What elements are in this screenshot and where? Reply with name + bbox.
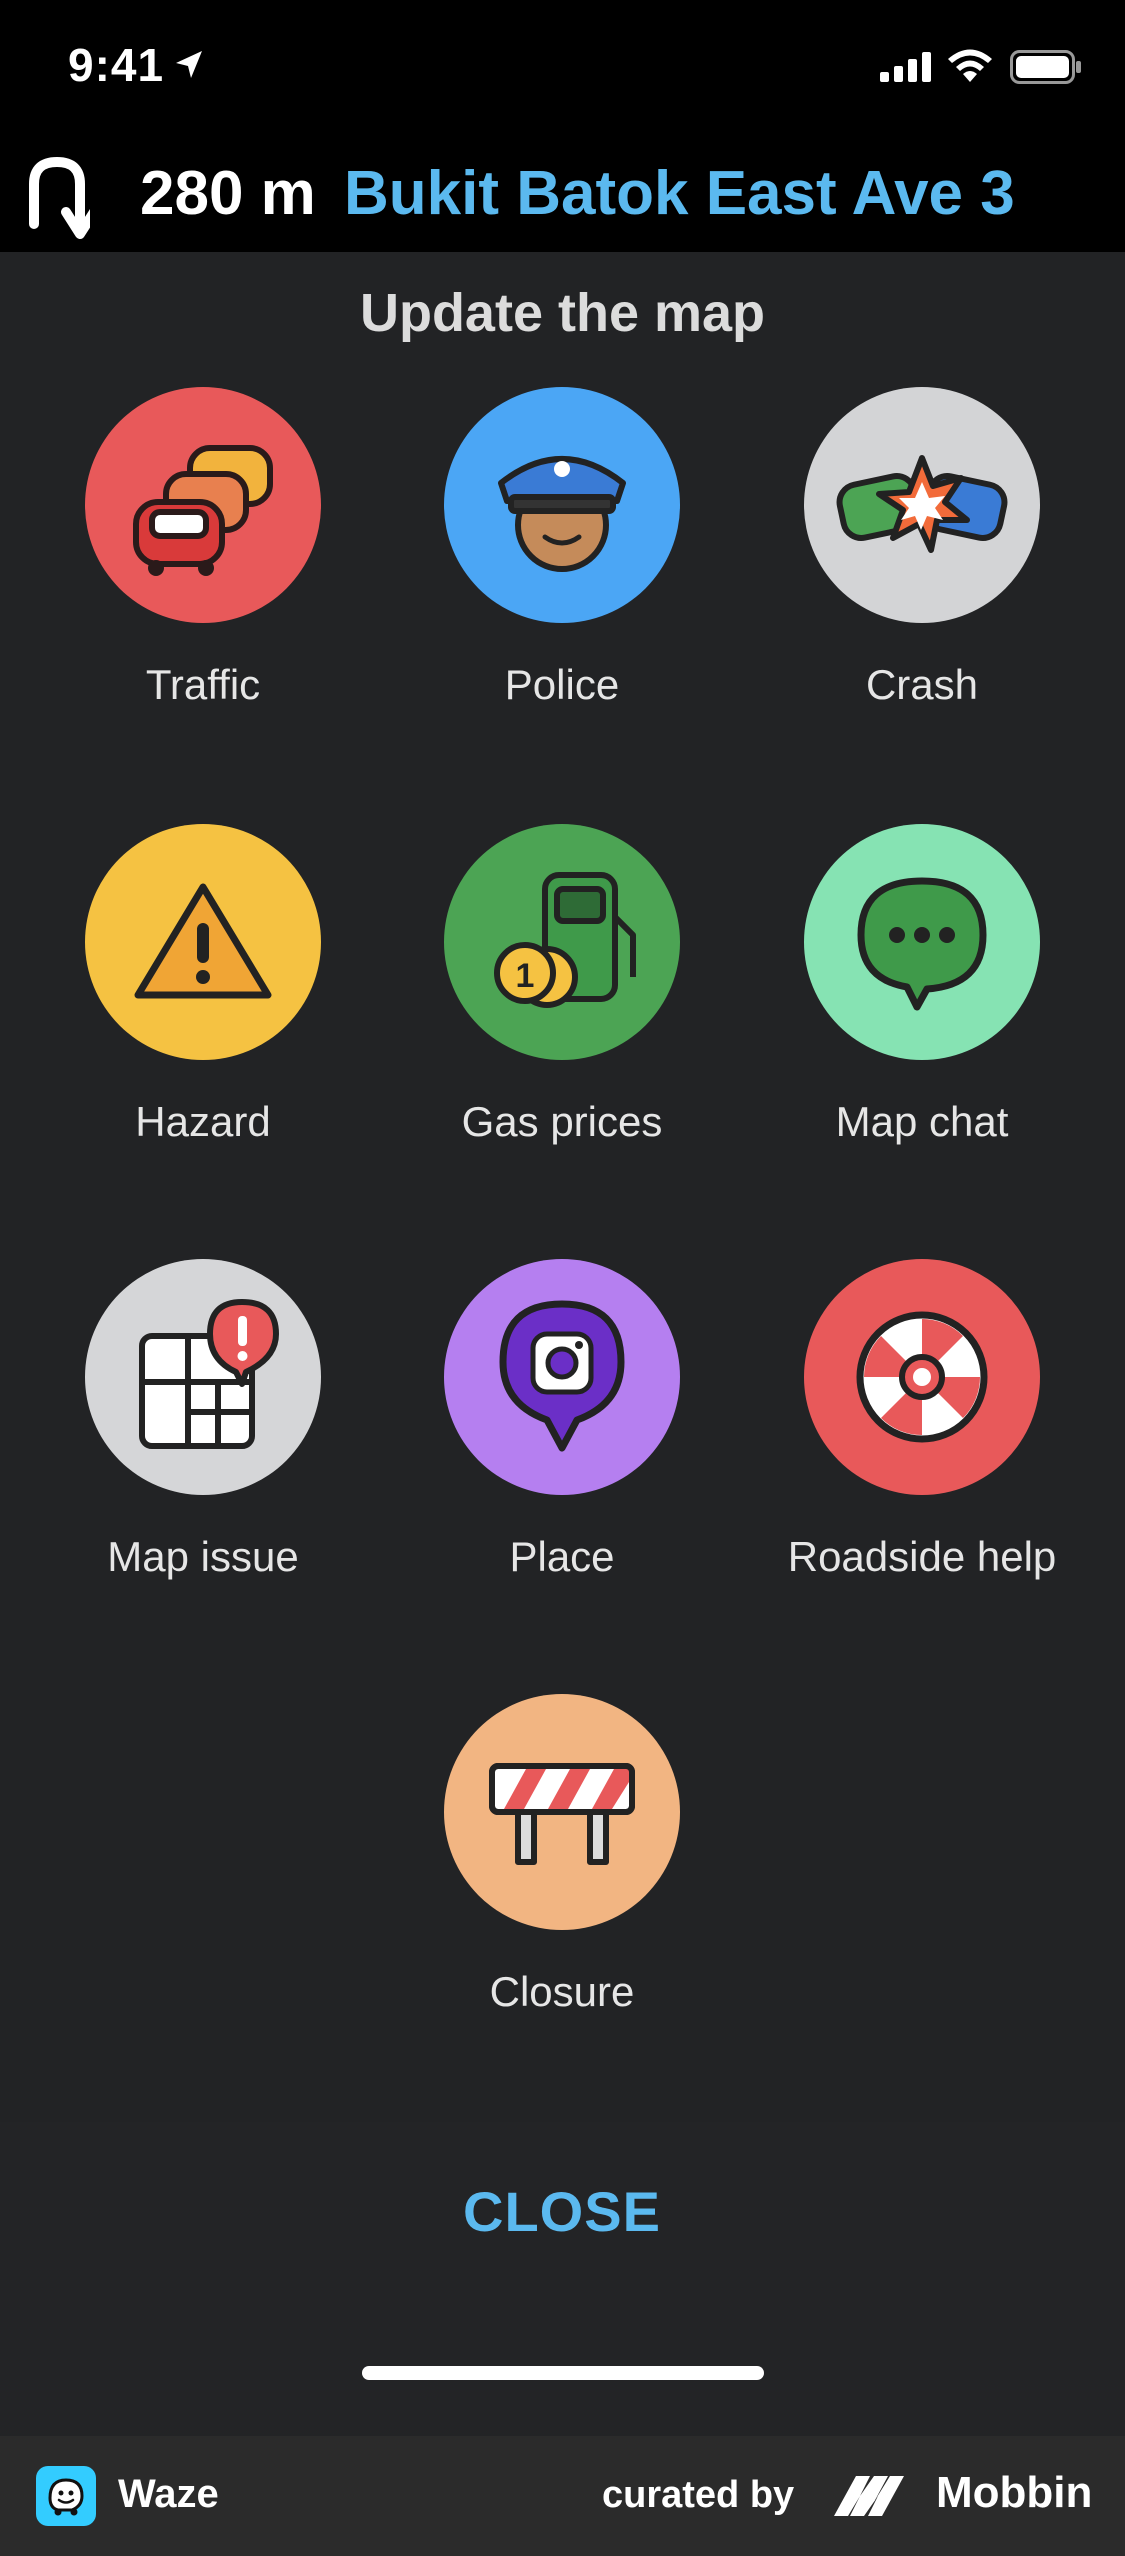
nav-street-name: Bukit Batok East Ave 3 <box>344 159 1015 228</box>
report-item-label: Police <box>504 661 620 708</box>
update-map-sheet: Update the map Traffic Police Crash Haza… <box>0 252 1125 2436</box>
report-crash-button[interactable]: Crash <box>752 387 1092 747</box>
svg-text:1: 1 <box>516 957 535 995</box>
close-button[interactable]: CLOSE <box>362 2152 762 2272</box>
report-traffic-button[interactable]: Traffic <box>33 387 373 747</box>
report-item-label: Roadside help <box>787 1533 1057 1580</box>
status-time: 9:41 <box>68 39 165 91</box>
report-item-label: Map chat <box>835 1098 1009 1145</box>
mobbin-brand: Mobbin <box>936 2468 1093 2517</box>
report-map-chat-button[interactable]: Map chat <box>752 824 1092 1184</box>
nav-distance: 280 m <box>140 159 316 228</box>
report-item-label: Closure <box>489 1968 635 2015</box>
u-turn-icon <box>29 156 90 239</box>
home-indicator[interactable] <box>362 2366 764 2380</box>
cellular-signal-icon <box>880 52 931 82</box>
report-map-issue-button[interactable]: Map issue <box>33 1259 373 1619</box>
report-roadside-help-button[interactable]: Roadside help <box>752 1259 1092 1619</box>
report-item-label: Crash <box>865 661 979 708</box>
report-item-label: Hazard <box>135 1098 271 1145</box>
location-arrow-icon <box>176 51 202 78</box>
report-item-label: Traffic <box>145 661 261 708</box>
report-gas-prices-button[interactable]: 1 Gas prices <box>392 824 732 1184</box>
traffic-icon <box>85 387 321 623</box>
chat-bubble-icon <box>804 824 1040 1060</box>
road-barrier-icon <box>444 1694 680 1930</box>
report-place-button[interactable]: Place <box>392 1259 732 1619</box>
wifi-icon <box>948 49 992 82</box>
app-name: Waze <box>118 2472 219 2516</box>
hazard-icon <box>85 824 321 1060</box>
report-item-label: Map issue <box>107 1533 299 1580</box>
report-hazard-button[interactable]: Hazard <box>33 824 373 1184</box>
lifebuoy-icon <box>804 1259 1040 1495</box>
sheet-footer: CLOSE <box>0 2122 1125 2436</box>
gas-station-icon: 1 <box>444 824 680 1060</box>
report-closure-button[interactable]: Closure <box>392 1694 732 2054</box>
report-item-label: Gas prices <box>461 1098 663 1145</box>
status-bar: 9:41 <box>0 0 1125 140</box>
attribution-footer: Waze curated by Mobbin <box>0 2436 1125 2556</box>
crash-icon <box>804 387 1040 623</box>
police-icon <box>444 387 680 623</box>
navigation-banner[interactable]: 280 m Bukit Batok East Ave 3 <box>0 140 1125 252</box>
place-camera-icon <box>444 1259 680 1495</box>
sheet-title: Update the map <box>359 283 766 343</box>
report-item-label: Place <box>509 1533 615 1580</box>
map-issue-icon <box>85 1259 321 1495</box>
report-police-button[interactable]: Police <box>392 387 732 747</box>
mobbin-logo-icon <box>834 2476 904 2516</box>
curated-by-label: curated by <box>602 2474 795 2516</box>
waze-app-icon <box>36 2466 96 2526</box>
battery-icon <box>1010 50 1081 84</box>
